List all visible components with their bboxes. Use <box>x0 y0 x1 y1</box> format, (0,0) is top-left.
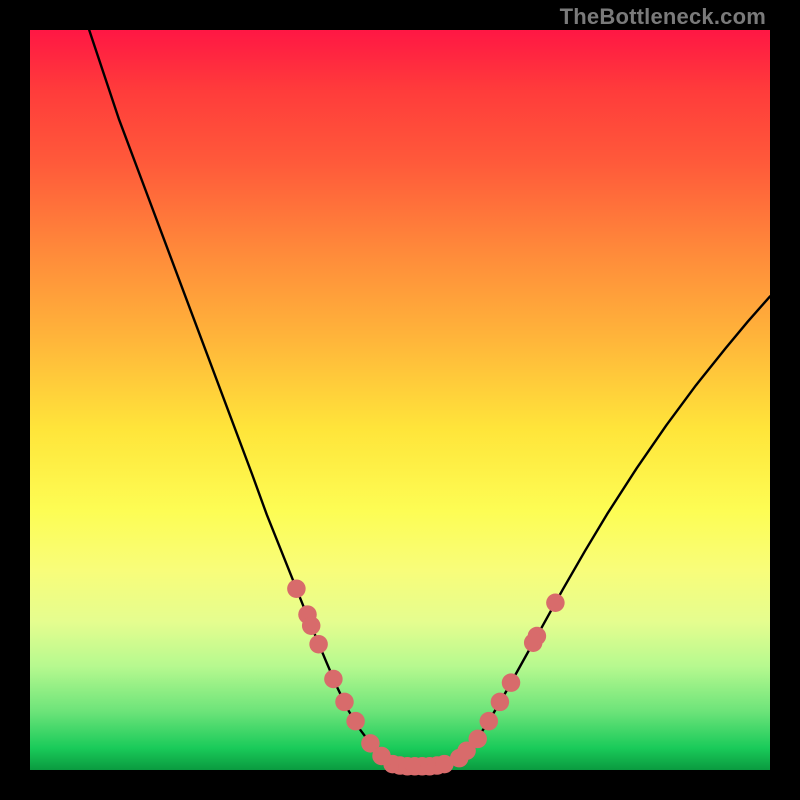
data-point <box>302 616 321 635</box>
chart-svg <box>30 30 770 770</box>
watermark-text: TheBottleneck.com <box>560 4 766 30</box>
data-point <box>346 712 365 731</box>
curve-group <box>89 30 770 766</box>
data-point <box>335 693 354 712</box>
data-point <box>468 730 487 749</box>
data-point <box>491 693 510 712</box>
data-point <box>309 635 328 654</box>
data-point <box>324 670 343 689</box>
data-point <box>528 627 547 646</box>
data-point <box>480 712 499 731</box>
bottleneck-curve <box>89 30 770 766</box>
data-point <box>546 594 565 613</box>
marker-group <box>287 579 565 775</box>
data-point <box>502 673 521 692</box>
data-point <box>287 579 306 598</box>
